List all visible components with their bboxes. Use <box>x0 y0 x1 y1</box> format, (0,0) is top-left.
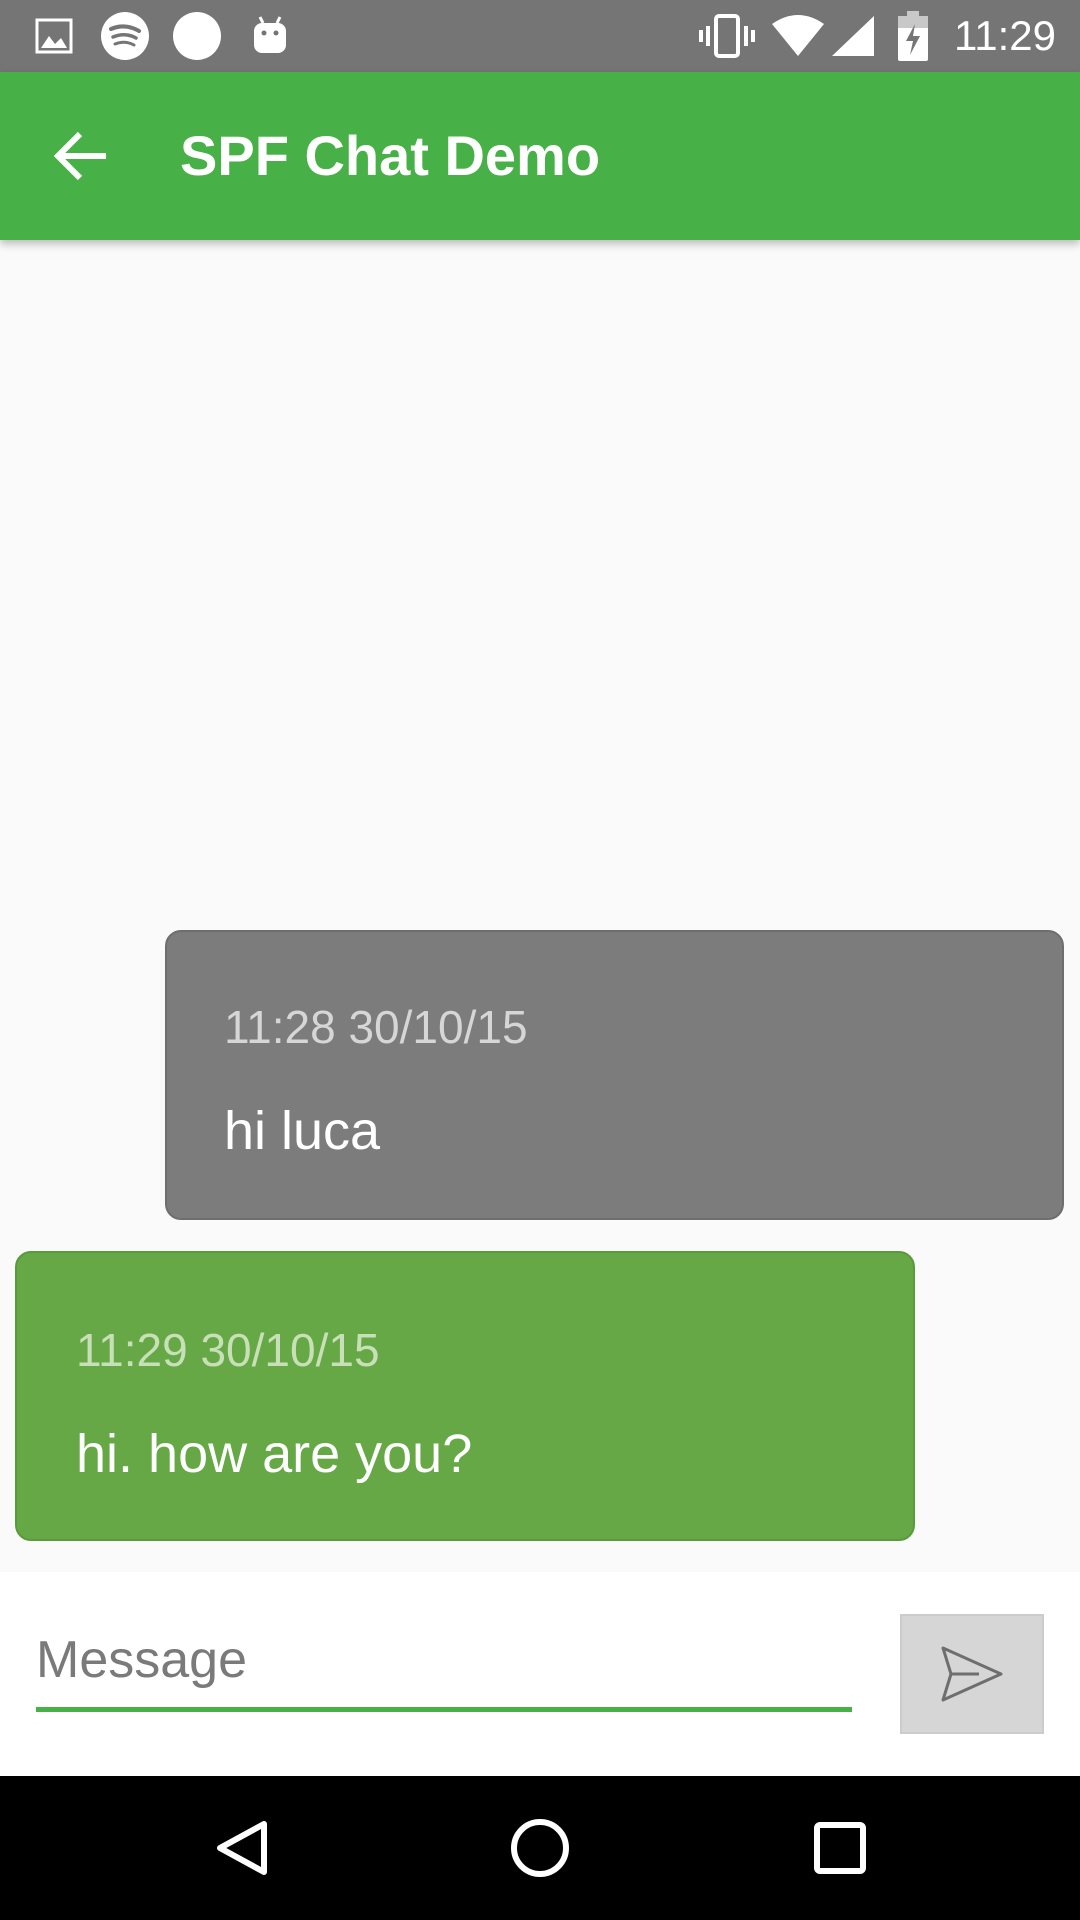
home-circle-icon <box>511 1819 569 1877</box>
arrow-back-icon <box>54 131 106 181</box>
nav-back-button[interactable] <box>170 1776 314 1920</box>
message-input[interactable] <box>36 1612 852 1712</box>
status-bar: 11:29 <box>0 0 1080 72</box>
recents-square-icon <box>814 1822 866 1874</box>
chat-screen: 11:29 SPF Chat Demo 11:28 30/10/15 hi lu… <box>0 0 1080 1920</box>
page-title: SPF Chat Demo <box>180 124 601 187</box>
message-sent[interactable]: 11:29 30/10/15 hi. how are you? <box>15 1251 915 1541</box>
vibrate-icon <box>698 0 756 72</box>
message-text: hi. how are you? <box>76 1424 473 1484</box>
message-text: hi luca <box>224 1101 381 1161</box>
back-triangle-icon <box>217 1821 267 1875</box>
message-received[interactable]: 11:28 30/10/15 hi luca <box>165 930 1064 1220</box>
navigation-bar <box>0 1776 1080 1920</box>
signal-icon <box>830 0 876 72</box>
gallery-icon <box>32 0 76 72</box>
android-icon <box>250 0 290 72</box>
send-button[interactable] <box>900 1614 1044 1734</box>
app-bar: SPF Chat Demo <box>0 72 1080 240</box>
message-timestamp: 11:28 30/10/15 <box>224 1001 528 1053</box>
battery-charging-icon <box>896 0 930 72</box>
nav-recents-button[interactable] <box>768 1776 912 1920</box>
wifi-icon <box>770 0 826 72</box>
status-time: 11:29 <box>954 12 1056 59</box>
message-list[interactable]: 11:28 30/10/15 hi luca 11:29 30/10/15 hi… <box>0 240 1080 1572</box>
send-icon <box>941 1646 1003 1702</box>
back-button[interactable] <box>40 114 124 198</box>
spotify-icon <box>100 0 150 72</box>
message-timestamp: 11:29 30/10/15 <box>76 1324 380 1376</box>
nav-home-button[interactable] <box>468 1776 612 1920</box>
circle-icon <box>172 0 222 72</box>
composer-bar <box>0 1572 1080 1776</box>
